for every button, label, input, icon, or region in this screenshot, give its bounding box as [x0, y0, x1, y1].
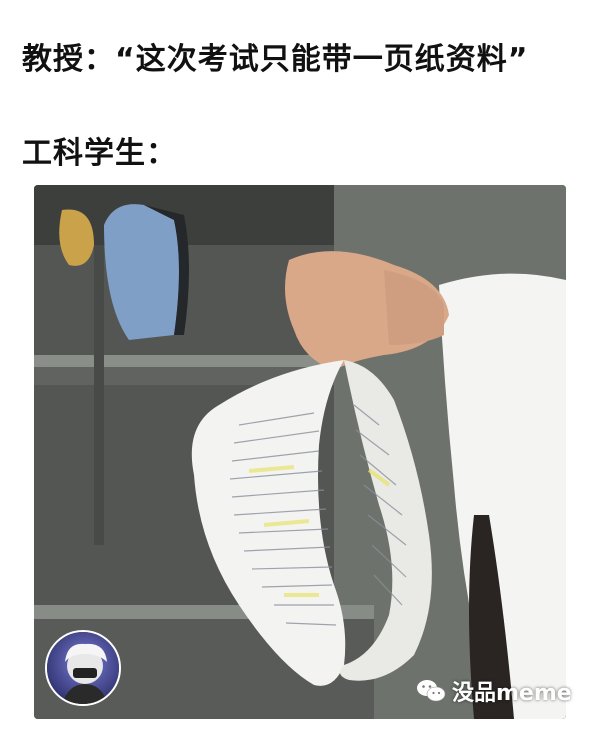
watermark-avatar	[45, 630, 121, 706]
professor-caption: 教授：“这次考试只能带一页纸资料”	[22, 42, 529, 77]
student-caption: 工科学生：	[22, 136, 177, 171]
wechat-icon	[417, 680, 446, 702]
mobius-strip-photo	[34, 185, 566, 719]
watermark-brand: 没品meme	[452, 681, 572, 706]
meme-photo	[34, 185, 566, 719]
watermark: 没品meme	[416, 675, 572, 707]
